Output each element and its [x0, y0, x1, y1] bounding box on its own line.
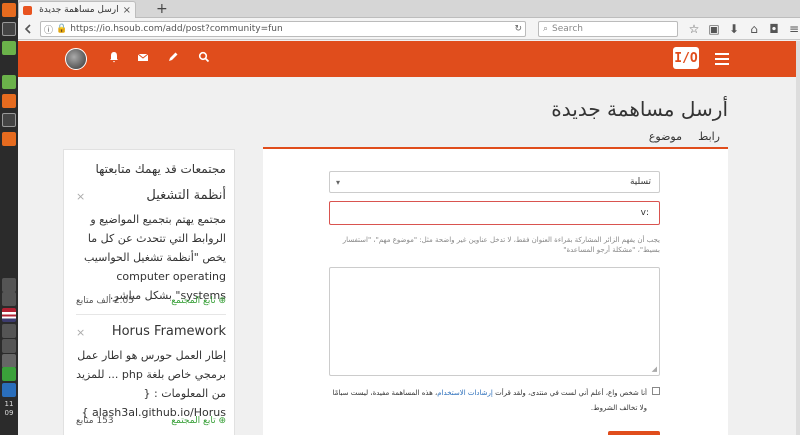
page-scrollbar[interactable] — [796, 41, 800, 435]
submit-button[interactable] — [608, 431, 660, 435]
browser-tabbar: أرسل مساهمة جديدة - ح... × + — [18, 0, 800, 18]
clock-hour: 11 — [4, 400, 14, 408]
download-icon[interactable]: ⬇ — [726, 21, 742, 37]
desktop-dock: 11 09 — [0, 0, 18, 435]
agree-text: أنا شخص واع، أعلم أني لست في منتدى، ولقد… — [329, 386, 648, 416]
suggested-communities: مجتمعات قد يهمك متابعتها × أنظمة التشغيل… — [63, 149, 235, 435]
network-icon[interactable] — [2, 367, 16, 381]
community-name[interactable]: أنظمة التشغيل — [146, 188, 226, 203]
follow-community-button[interactable]: ⊕ تابع المجتمع — [171, 296, 226, 306]
terminal-icon[interactable] — [2, 113, 16, 127]
menu-icon[interactable] — [715, 53, 729, 68]
search-placeholder: Search — [552, 24, 583, 34]
us-flag-icon[interactable] — [2, 308, 16, 322]
page-content: I/O أرسل مساهمة جديدة رابط موضوع مجتمعات… — [18, 41, 796, 435]
post-type-tabs: رابط موضوع — [263, 127, 728, 149]
firefox-icon[interactable] — [2, 132, 16, 146]
hamburger-menu-icon[interactable]: ≡ — [786, 21, 800, 37]
community-select[interactable]: تسلية ▾ — [329, 171, 660, 193]
browser-tab[interactable]: أرسل مساهمة جديدة - ح... × — [18, 1, 136, 18]
pencil-icon[interactable] — [167, 51, 179, 68]
tab-link[interactable]: رابط — [698, 130, 720, 143]
pocket-icon[interactable]: ◘ — [766, 21, 782, 37]
browser-navbar: ⓘ 🔒 https://io.hsoub.com/add/post?commun… — [18, 18, 800, 40]
title-input[interactable]: :v — [329, 201, 660, 225]
close-icon[interactable]: × — [76, 190, 85, 203]
close-tab-icon[interactable]: × — [123, 5, 131, 16]
follow-label: تابع المجتمع — [171, 296, 216, 306]
firefox-icon[interactable] — [2, 94, 16, 108]
close-icon[interactable]: × — [76, 326, 85, 339]
chevron-down-icon: ▾ — [336, 178, 341, 187]
post-form: تسلية ▾ :v يجب أن يفهم الزائر المشاركة ب… — [263, 149, 728, 435]
search-icon[interactable] — [198, 51, 210, 68]
content-textarea[interactable]: ◢ — [329, 267, 660, 376]
clipboard-icon[interactable] — [2, 292, 16, 306]
url-text: https://io.hsoub.com/add/post?community=… — [70, 24, 283, 34]
site-favicon-icon — [23, 5, 32, 15]
follow-community-button[interactable]: ⊕ تابع المجتمع — [171, 416, 226, 426]
community-description: مجتمع يهتم بتجميع المواضيع و الروابط الت… — [83, 213, 226, 302]
battery-icon[interactable] — [2, 354, 16, 368]
terminal-icon[interactable] — [2, 22, 16, 36]
follower-count: 2.05 ألف متابع — [76, 296, 134, 306]
volume-icon[interactable] — [2, 339, 16, 353]
new-tab-button[interactable]: + — [156, 1, 168, 17]
search-input[interactable]: ⌕ Search — [538, 21, 678, 37]
community-name[interactable]: Horus Framework — [112, 324, 226, 339]
lock-icon: 🔒 — [56, 24, 68, 34]
back-icon[interactable] — [21, 21, 37, 37]
bookmark-star-icon[interactable]: ☆ — [686, 21, 702, 37]
community-description: إطار العمل حورس هو اطار عمل برمجي خاص بل… — [76, 349, 226, 419]
envelope-icon[interactable] — [137, 51, 149, 68]
tab-title: أرسل مساهمة جديدة - ح... — [36, 5, 119, 15]
guidelines-link[interactable]: إرشادات الاستخدام — [437, 389, 493, 397]
folder-icon[interactable] — [2, 75, 16, 89]
tab-topic[interactable]: موضوع — [642, 130, 688, 149]
bluetooth-icon[interactable] — [2, 383, 16, 397]
reading-list-icon[interactable]: ▣ — [706, 21, 722, 37]
sidebar-title: مجتمعات قد يهمك متابعتها — [95, 162, 226, 176]
pen-icon[interactable] — [2, 324, 16, 338]
site-header: I/O — [18, 41, 796, 77]
toolbar-icons: ☆ ▣ ⬇ ⌂ ◘ ≡ — [686, 21, 800, 37]
community-select-value: تسلية — [629, 177, 651, 187]
divider — [76, 314, 226, 315]
search-icon: ⌕ — [543, 24, 549, 34]
folder-icon[interactable] — [2, 41, 16, 55]
home-icon[interactable]: ⌂ — [746, 21, 762, 37]
page-title: أرسل مساهمة جديدة — [551, 97, 728, 121]
agree-prefix: أنا شخص واع، أعلم أني لست في منتدى، ولقد… — [495, 389, 647, 397]
avatar[interactable] — [65, 48, 87, 70]
info-icon[interactable]: ⓘ — [44, 23, 53, 36]
bell-icon[interactable] — [108, 51, 120, 68]
firefox-icon[interactable] — [2, 3, 16, 17]
user-icon[interactable] — [2, 278, 16, 292]
agree-checkbox[interactable] — [652, 387, 660, 395]
resize-handle-icon[interactable]: ◢ — [652, 365, 657, 373]
follower-count: 153 متابع — [76, 416, 114, 426]
clock-minute: 09 — [4, 409, 14, 417]
site-logo[interactable]: I/O — [673, 47, 699, 69]
title-hint: يجب أن يفهم الزائر المشاركة بقراءة العنو… — [342, 236, 660, 254]
reload-icon[interactable]: ↻ — [514, 24, 522, 34]
follow-label: تابع المجتمع — [171, 416, 216, 426]
address-bar[interactable]: ⓘ 🔒 https://io.hsoub.com/add/post?commun… — [40, 21, 526, 37]
